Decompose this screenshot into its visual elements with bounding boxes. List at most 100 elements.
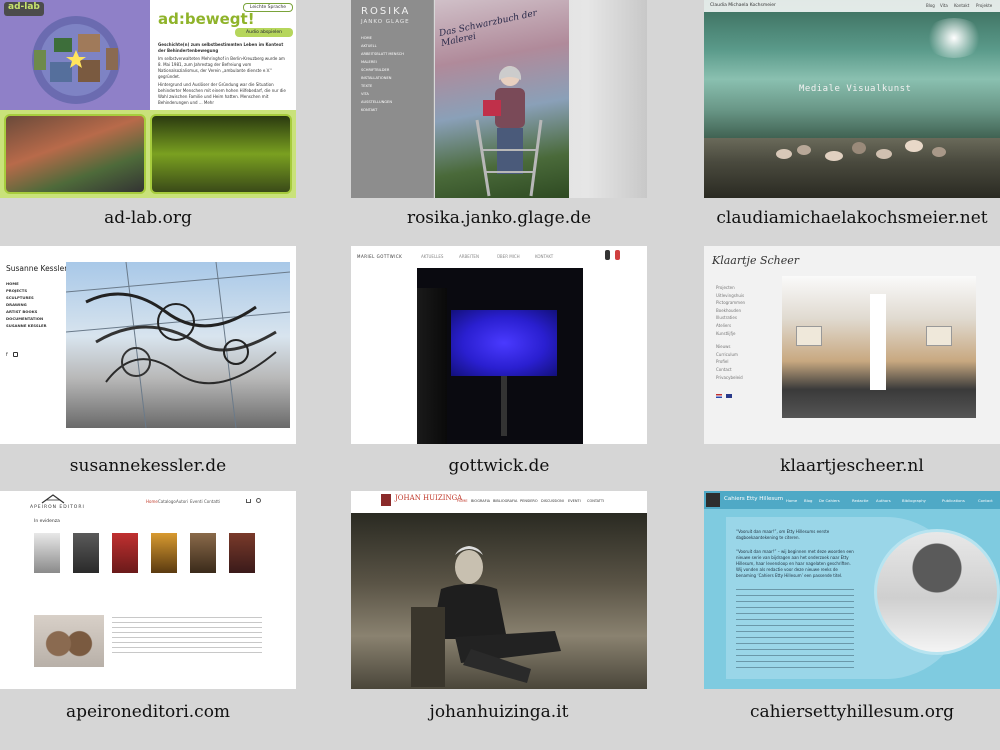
thumbnail-kessler[interactable]: Susanne Kessler HOME PROJECTS SCULPTURES… [0, 246, 296, 444]
gottwick-icon-dark[interactable] [605, 250, 610, 260]
klaartje-menu-item[interactable]: Kunstlijfje [716, 330, 776, 338]
klaartje-menu-item[interactable]: Contact [716, 366, 776, 374]
etty-nav-bibliography[interactable]: Bibliography [902, 498, 926, 503]
caption-apeiron[interactable]: apeironeditori.com [0, 702, 318, 722]
flag-nl-icon[interactable] [716, 394, 722, 398]
kochsmeier-nav-kontakt[interactable]: Kontakt [954, 3, 969, 8]
gottwick-nav-aktuelles[interactable]: AKTUELLES [421, 254, 443, 259]
rosika-menu-item[interactable]: ARBEITSBLATT MENSCH [361, 50, 425, 58]
rosika-menu-item[interactable]: AUSSTELLUNGEN [361, 98, 425, 106]
thumbnail-etty[interactable]: Cahiers Etty Hillesum Home Blog De Cahie… [704, 491, 1000, 689]
flag-en-icon[interactable] [726, 394, 732, 398]
tree-silhouette-left [417, 288, 447, 444]
gottwick-nav-kontakt[interactable]: KONTAKT [535, 254, 553, 259]
rosika-menu-item[interactable]: SCHRIFTBILDER [361, 66, 425, 74]
rosika-title: ROSIKA [361, 6, 411, 17]
huizinga-nav-eventi[interactable]: EVENTI [568, 499, 581, 503]
apeiron-nav-contatti[interactable]: Contatti [204, 499, 220, 504]
etty-brand: Cahiers Etty Hillesum [724, 496, 784, 502]
book-cover[interactable] [34, 533, 60, 573]
klaartje-menu-item[interactable]: Uitlevingshuis [716, 292, 776, 300]
book-cover[interactable] [229, 533, 255, 573]
etty-body: “Vooruit dan maar!” – wij beginnen met d… [736, 549, 854, 578]
caption-gottwick[interactable]: gottwick.de [329, 456, 669, 476]
caption-etty[interactable]: cahiersettyhillesum.org [682, 702, 1000, 722]
huizinga-nav-biografia[interactable]: BIOGRAFIA [471, 499, 490, 503]
apeiron-nav-eventi[interactable]: Eventi [190, 499, 203, 504]
rosika-menu-item[interactable]: MALEREI [361, 58, 425, 66]
caption-kessler[interactable]: susannekessler.de [0, 456, 318, 476]
kessler-menu-item[interactable]: PROJECTS [6, 287, 56, 294]
etty-nav-home[interactable]: Home [786, 498, 797, 503]
adlab-photo-2[interactable] [150, 114, 292, 194]
audio-play-button[interactable]: Audio abspielen [235, 28, 293, 37]
book-cover[interactable] [73, 533, 99, 573]
thumbnail-klaartje[interactable]: Klaartje Scheer Projecten Uitlevingshuis… [704, 246, 1000, 444]
etty-nav-cahiers[interactable]: De Cahiers [819, 498, 840, 503]
huizinga-nav-contatti[interactable]: CONTATTI [587, 499, 604, 503]
huizinga-nav-home[interactable]: HOME [457, 499, 468, 503]
klaartje-menu-item[interactable]: Ateliers [716, 322, 776, 330]
thumbnail-gottwick[interactable]: MARIEL GOTTWICK AKTUELLES ARBEITEN ÜBER … [351, 246, 647, 444]
caption-huizinga[interactable]: johanhuizinga.it [329, 702, 669, 722]
rosika-menu-item[interactable]: TEXTE [361, 82, 425, 90]
gottwick-icon-red[interactable] [615, 250, 620, 260]
search-icon[interactable] [256, 498, 261, 503]
apeiron-nav-autori[interactable]: Autori [176, 499, 188, 504]
rosika-menu-item[interactable]: INSTALLATIONEN [361, 74, 425, 82]
klaartje-menu-item[interactable]: Boekhouden [716, 307, 776, 315]
kessler-menu-item[interactable]: SCULPTURES [6, 294, 56, 301]
klaartje-menu-item[interactable]: Nieuws [716, 343, 776, 351]
klaartje-menu-item[interactable]: Privacybeleid [716, 374, 776, 382]
apeiron-featured-image [34, 615, 104, 667]
apeiron-nav-catalogo[interactable]: Catalogo [158, 499, 176, 504]
kochsmeier-nav-projekte[interactable]: Projekte [976, 3, 992, 8]
book-cover[interactable] [151, 533, 177, 573]
kessler-menu-item[interactable]: DOCUMENTATION [6, 315, 56, 322]
etty-nav-authors[interactable]: Authors [876, 498, 891, 503]
huizinga-nav-discussioni[interactable]: DISCUSSIONI [541, 499, 564, 503]
rosika-menu-item[interactable]: VITA [361, 90, 425, 98]
klaartje-menu-item[interactable]: Projecten [716, 284, 776, 292]
caption-kochsmeier[interactable]: claudiamichaelakochsmeier.net [682, 208, 1000, 228]
klaartje-menu-item[interactable]: Profiel [716, 358, 776, 366]
huizinga-nav-bibliografia[interactable]: BIBLIOGRAFIA [493, 499, 517, 503]
thumbnail-rosika[interactable]: ROSIKA JANKO GLAGE HOME AKTUELL ARBEITSB… [351, 0, 647, 198]
kessler-menu-item[interactable]: HOME [6, 280, 56, 287]
kessler-menu-item[interactable]: SUSANNE KESSLER [6, 322, 56, 329]
gottwick-nav-arbeiten[interactable]: ARBEITEN [459, 254, 479, 259]
etty-nav-contact[interactable]: Contact [978, 498, 993, 503]
thumbnail-apeiron[interactable]: APEIRON EDITORI Home Catalogo Autori Eve… [0, 491, 296, 689]
gottwick-nav-ueber[interactable]: ÜBER MICH [497, 254, 520, 259]
instagram-icon[interactable] [13, 352, 18, 357]
rosika-menu-item[interactable]: HOME [361, 34, 425, 42]
book-cover[interactable] [112, 533, 138, 573]
etty-nav-publications[interactable]: Publications [942, 498, 965, 503]
kochsmeier-nav-blog[interactable]: Blog [926, 3, 935, 8]
klaartje-menu-item[interactable]: Illustraties [716, 314, 776, 322]
adlab-photo-1[interactable] [4, 114, 146, 194]
rosika-menu-item[interactable]: AKTUELL [361, 42, 425, 50]
facebook-icon[interactable]: f [6, 352, 8, 358]
kessler-menu-item[interactable]: ARTIST BOOKS [6, 308, 56, 315]
apeiron-nav-home[interactable]: Home [146, 499, 158, 504]
caption-ad-lab[interactable]: ad-lab.org [0, 208, 318, 228]
etty-nav-redactie[interactable]: Redactie [852, 498, 869, 503]
caption-klaartje[interactable]: klaartjescheer.nl [682, 456, 1000, 476]
artwork-right [926, 326, 952, 346]
klaartje-menu-item[interactable]: Pictogrammen [716, 299, 776, 307]
klaartje-menu-item[interactable]: Curriculum [716, 351, 776, 359]
thumbnail-huizinga[interactable]: JOHAN HUIZINGA HOME BIOGRAFIA BIBLIOGRAF… [351, 491, 647, 689]
stones-graphic [776, 140, 946, 161]
thumbnail-kochsmeier[interactable]: Claudia Michaela Kochsmeier Blog Vita Ko… [704, 0, 1000, 198]
kochsmeier-nav-vita[interactable]: Vita [940, 3, 948, 8]
rosika-menu-item[interactable]: KONTAKT [361, 106, 425, 114]
etty-text-lines [736, 589, 854, 669]
kessler-menu-item[interactable]: DRAWING [6, 301, 56, 308]
book-cover[interactable] [190, 533, 216, 573]
thumbnail-ad-lab[interactable]: ad-lab Leichte Sprache ad:bewegt! Audio … [0, 0, 296, 198]
huizinga-nav-pensiero[interactable]: PENSIERO [520, 499, 538, 503]
caption-rosika[interactable]: rosika.janko.glage.de [329, 208, 669, 228]
etty-nav-blog[interactable]: Blog [804, 498, 812, 503]
cart-icon[interactable] [246, 499, 251, 503]
